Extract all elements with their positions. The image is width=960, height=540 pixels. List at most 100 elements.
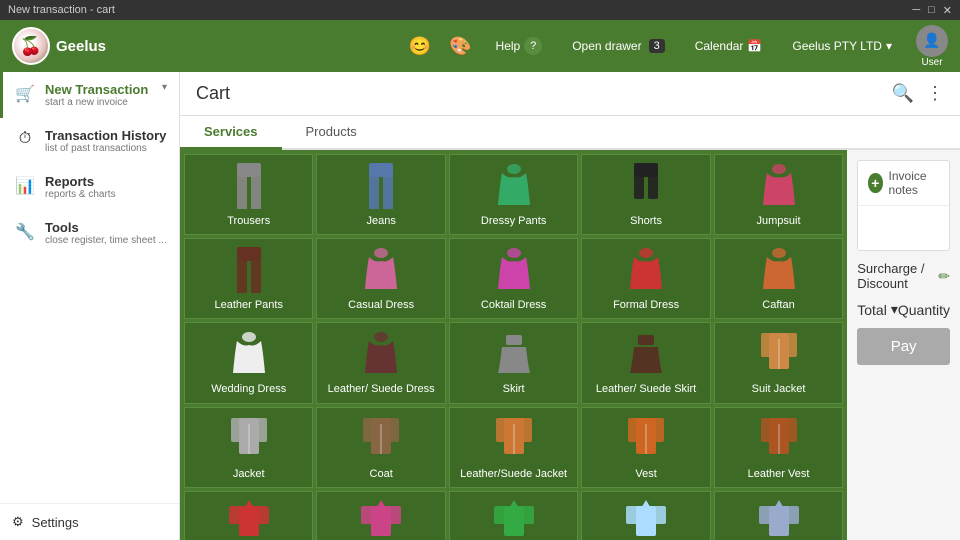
calendar-label: Calendar — [695, 39, 744, 53]
sidebar-label: New Transaction — [45, 82, 148, 97]
product-label: Skirt — [501, 381, 527, 398]
product-image — [752, 243, 806, 295]
product-image — [354, 496, 408, 540]
product-cell-blouse[interactable]: Blouse — [316, 491, 445, 540]
product-cell-leather-suede-skirt[interactable]: Leather/ Suede Skirt — [581, 322, 710, 403]
tabs-bar: Services Products — [180, 116, 960, 150]
product-cell-suit-jacket[interactable]: Suit Jacket — [714, 322, 843, 403]
sidebar-text: Tools close register, time sheet ... — [45, 220, 167, 246]
sidebar-icon: 🛒 — [15, 84, 35, 104]
product-image — [619, 243, 673, 295]
help-icon: ? — [524, 37, 542, 55]
products-grid-container[interactable]: Trousers Jeans Dressy Pants — [180, 150, 847, 540]
product-cell-coat[interactable]: Coat — [316, 407, 445, 488]
help-button[interactable]: Help ? — [490, 33, 549, 59]
product-cell-skirt[interactable]: Skirt — [449, 322, 578, 403]
product-label: Vest — [633, 466, 658, 483]
open-drawer-button[interactable]: Open drawer 3 — [566, 35, 671, 57]
calendar-icon: 📅 — [747, 39, 762, 53]
add-note-button[interactable]: + — [868, 173, 882, 193]
product-label: Wedding Dress — [209, 381, 288, 398]
tab-services[interactable]: Services — [180, 116, 282, 150]
quantity-label: Quantity — [898, 302, 950, 318]
product-cell-formal-dress[interactable]: Formal Dress — [581, 238, 710, 319]
smiley-button[interactable]: 😊 — [409, 36, 431, 57]
product-cell-jumpsuit[interactable]: Jumpsuit — [714, 154, 843, 235]
lower-area: Trousers Jeans Dressy Pants — [180, 150, 960, 540]
palette-icon: 🎨 — [449, 36, 471, 57]
surcharge-edit-icon[interactable]: ✏ — [938, 268, 950, 285]
product-cell-vest[interactable]: Vest — [581, 407, 710, 488]
window-controls[interactable]: ─ □ ✕ — [912, 4, 952, 17]
pay-button[interactable]: Pay — [857, 328, 950, 365]
product-label: Formal Dress — [611, 297, 681, 314]
product-cell-leather-suede-jacket[interactable]: Leather/Suede Jacket — [449, 407, 578, 488]
invoice-notes-area: + Invoice notes — [857, 160, 950, 251]
product-cell-caftan[interactable]: Caftan — [714, 238, 843, 319]
company-button[interactable]: Geelus PTY LTD ▾ — [786, 35, 898, 57]
product-image — [487, 412, 541, 464]
product-cell-shirt[interactable]: Shirt — [581, 491, 710, 540]
product-cell-leather-vest[interactable]: Leather Vest — [714, 407, 843, 488]
product-cell-jeans[interactable]: Jeans — [316, 154, 445, 235]
product-image — [222, 496, 276, 540]
close-btn[interactable]: ✕ — [943, 4, 952, 17]
product-cell-casual-dress[interactable]: Casual Dress — [316, 238, 445, 319]
product-cell-leather-pants[interactable]: Leather Pants — [184, 238, 313, 319]
product-cell-trousers[interactable]: Trousers — [184, 154, 313, 235]
more-options-icon[interactable]: ⋮ — [926, 83, 944, 104]
sidebar-item-tools[interactable]: 🔧 Tools close register, time sheet ... — [0, 210, 179, 256]
total-label: Total — [857, 302, 887, 318]
main-layout: 🛒 New Transaction start a new invoice ▾ … — [0, 72, 960, 540]
maximize-btn[interactable]: □ — [928, 4, 935, 17]
product-cell-coktail-dress[interactable]: Coktail Dress — [449, 238, 578, 319]
sidebar: 🛒 New Transaction start a new invoice ▾ … — [0, 72, 180, 540]
search-icon[interactable]: 🔍 — [892, 83, 914, 104]
product-cell-school-uniform[interactable]: School Uniform — [714, 491, 843, 540]
header-icons: 😊 🎨 Help ? Open drawer 3 Calendar 📅 Geel… — [409, 25, 948, 68]
product-label: Shorts — [628, 213, 664, 230]
product-cell-t-shirt[interactable]: T-Shirt — [449, 491, 578, 540]
sidebar-sublabel: close register, time sheet ... — [45, 235, 167, 246]
product-label: Leather Pants — [212, 297, 285, 314]
product-image — [354, 159, 408, 211]
product-image — [487, 159, 541, 211]
product-cell-dressy-pants[interactable]: Dressy Pants — [449, 154, 578, 235]
open-drawer-label: Open drawer — [572, 39, 641, 53]
sidebar-text: Reports reports & charts — [45, 174, 116, 200]
color-button[interactable]: 🎨 — [449, 36, 471, 57]
product-cell-jacket[interactable]: Jacket — [184, 407, 313, 488]
sidebar-icon: 🔧 — [15, 222, 35, 242]
surcharge-row: Surcharge / Discount ✏ — [857, 261, 950, 291]
product-label: Leather Vest — [746, 466, 812, 483]
tab-products[interactable]: Products — [282, 116, 381, 150]
product-cell-shorts[interactable]: Shorts — [581, 154, 710, 235]
sidebar-item-transaction-history[interactable]: ⏱ Transaction History list of past trans… — [0, 118, 179, 164]
sidebar-text: New Transaction start a new invoice — [45, 82, 148, 108]
product-image — [222, 412, 276, 464]
chevron-down-icon: ▾ — [891, 301, 898, 318]
total-left: Total ▾ — [857, 301, 898, 318]
product-cell-tops[interactable]: Tops — [184, 491, 313, 540]
sidebar-label: Transaction History — [45, 128, 166, 143]
minimize-btn[interactable]: ─ — [912, 4, 920, 17]
user-avatar[interactable]: 👤 User — [916, 25, 948, 68]
product-image — [354, 327, 408, 379]
invoice-notes-header: + Invoice notes — [858, 161, 949, 206]
sidebar-item-new-transaction[interactable]: 🛒 New Transaction start a new invoice ▾ — [0, 72, 179, 118]
product-cell-wedding-dress[interactable]: Wedding Dress — [184, 322, 313, 403]
settings-item[interactable]: ⚙ Settings — [0, 503, 179, 540]
calendar-button[interactable]: Calendar 📅 — [689, 35, 769, 57]
product-cell-leather-suede-dress[interactable]: Leather/ Suede Dress — [316, 322, 445, 403]
chevron-down-icon: ▾ — [886, 39, 892, 53]
product-label: Suit Jacket — [750, 381, 808, 398]
sidebar-item-reports[interactable]: 📊 Reports reports & charts — [0, 164, 179, 210]
product-image — [619, 159, 673, 211]
product-image — [222, 243, 276, 295]
product-image — [619, 496, 673, 540]
total-row: Total ▾ Quantity — [857, 301, 950, 318]
sidebar-label: Tools — [45, 220, 167, 235]
product-label: Dressy Pants — [479, 213, 548, 230]
product-label: Coktail Dress — [479, 297, 548, 314]
invoice-notes-input[interactable] — [858, 206, 949, 250]
